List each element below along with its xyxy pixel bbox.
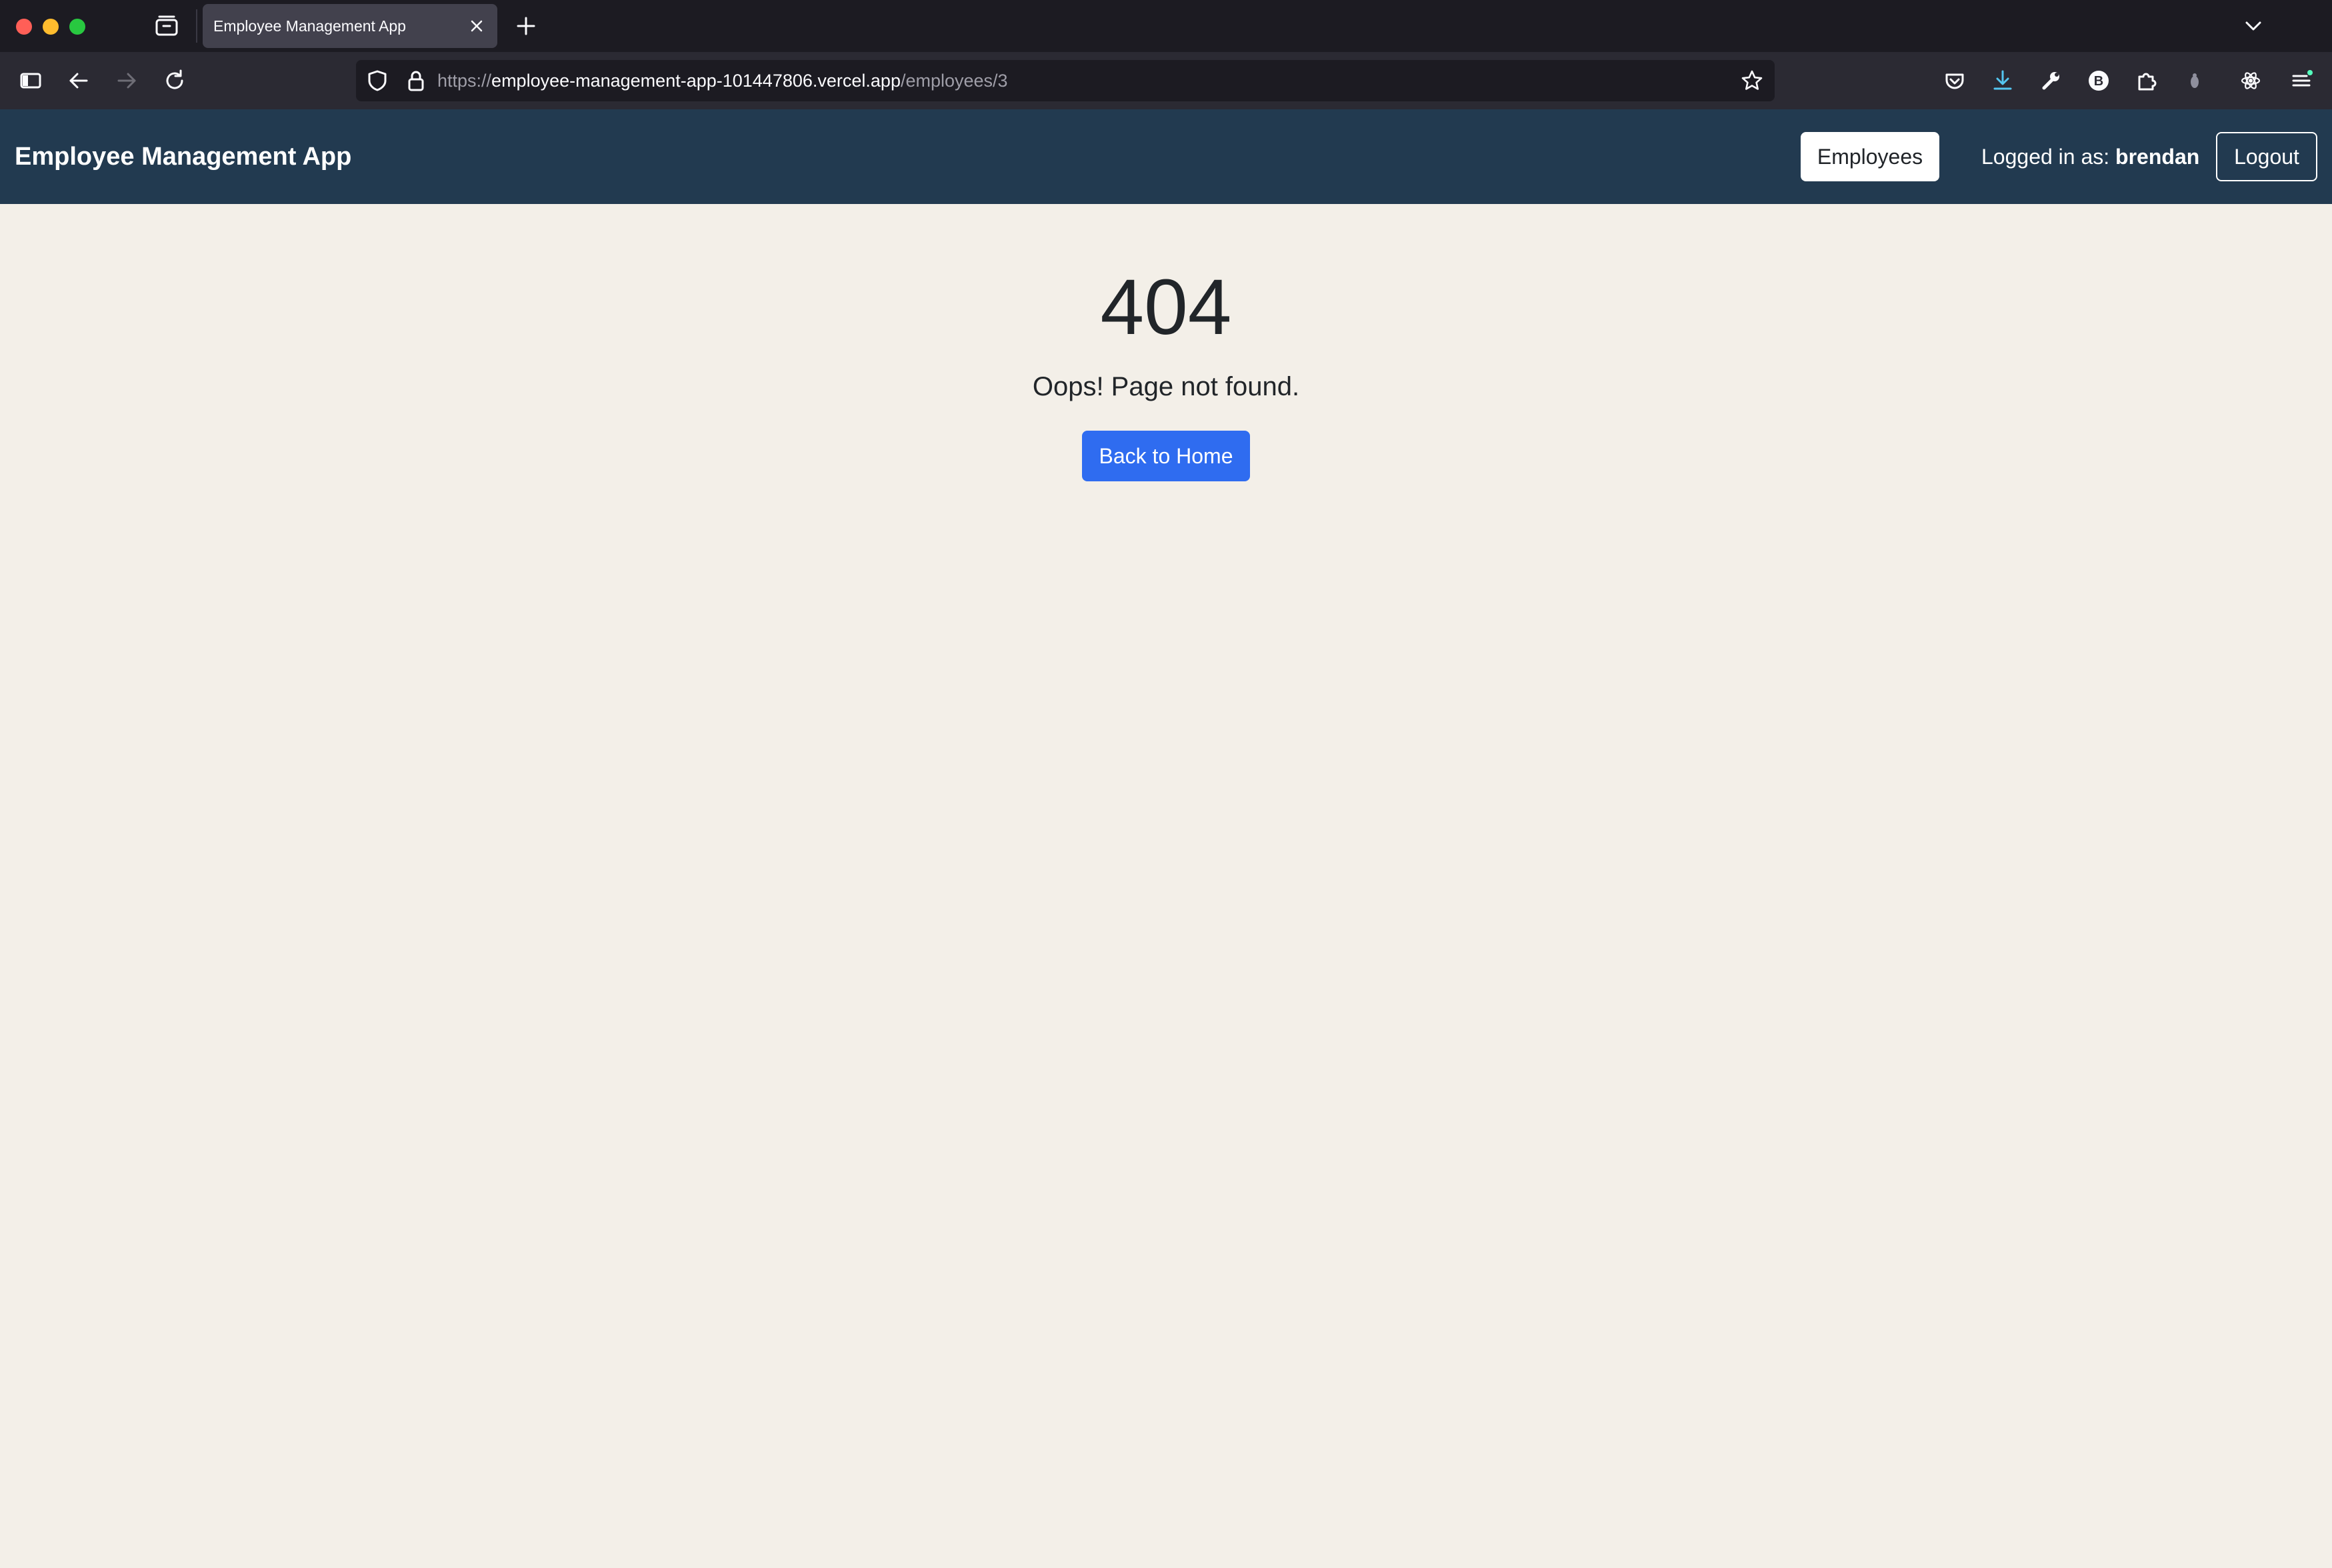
logout-button[interactable]: Logout [2216, 132, 2317, 181]
error-code: 404 [1100, 263, 1232, 351]
error-message: Oops! Page not found. [1032, 372, 1300, 401]
tab-close-icon[interactable] [467, 16, 487, 36]
bookmark-star-icon[interactable] [1739, 67, 1765, 94]
lock-icon[interactable] [403, 67, 429, 94]
back-to-home-button[interactable]: Back to Home [1082, 431, 1250, 481]
active-tab[interactable]: Employee Management App [203, 4, 497, 48]
app-navbar: Employee Management App Employees Logged… [0, 109, 2332, 204]
app-menu-icon[interactable] [2288, 67, 2315, 94]
pocket-icon[interactable] [1941, 67, 1968, 94]
extension-dim-icon[interactable] [2181, 67, 2208, 94]
logged-in-prefix: Logged in as: [1981, 145, 2110, 169]
react-devtools-icon[interactable] [2237, 67, 2264, 94]
logged-in-status: Logged in as: brendan [1981, 109, 2199, 204]
tab-separator [196, 9, 197, 43]
window-close-button[interactable] [16, 19, 32, 35]
sidebar-toggle-icon[interactable] [17, 67, 44, 94]
url-path: /employees/3 [900, 71, 1008, 91]
employees-nav-button[interactable]: Employees [1801, 132, 1939, 181]
forward-icon [113, 67, 140, 94]
brand-link[interactable]: Employee Management App [15, 109, 351, 204]
downloads-icon[interactable] [1989, 67, 2016, 94]
window-maximize-button[interactable] [69, 19, 85, 35]
tracking-protection-shield-icon[interactable] [364, 67, 391, 94]
reload-icon[interactable] [161, 67, 188, 94]
logged-in-username: brendan [2115, 145, 2200, 169]
new-tab-icon[interactable] [515, 15, 537, 37]
address-bar[interactable]: https://employee-management-app-10144780… [356, 60, 1775, 101]
extensions-puzzle-icon[interactable] [2133, 67, 2160, 94]
wrench-icon[interactable] [2037, 67, 2064, 94]
not-found-page: 404 Oops! Page not found. Back to Home [0, 204, 2332, 1568]
back-icon[interactable] [65, 67, 92, 94]
extension-b-letter: B [2094, 74, 2103, 89]
url-scheme: https:// [437, 71, 492, 91]
browser-toolbar: https://employee-management-app-10144780… [0, 52, 2332, 109]
url-host: employee-management-app-101447806.vercel… [491, 71, 901, 91]
tab-overview-icon[interactable] [155, 15, 179, 37]
browser-tab-strip: Employee Management App [0, 0, 2332, 52]
extension-b-icon[interactable]: B [2085, 67, 2112, 94]
list-all-tabs-icon[interactable] [2243, 16, 2264, 36]
url-text: https://employee-management-app-10144780… [437, 60, 1008, 101]
window-minimize-button[interactable] [43, 19, 59, 35]
tab-title: Employee Management App [213, 17, 406, 35]
